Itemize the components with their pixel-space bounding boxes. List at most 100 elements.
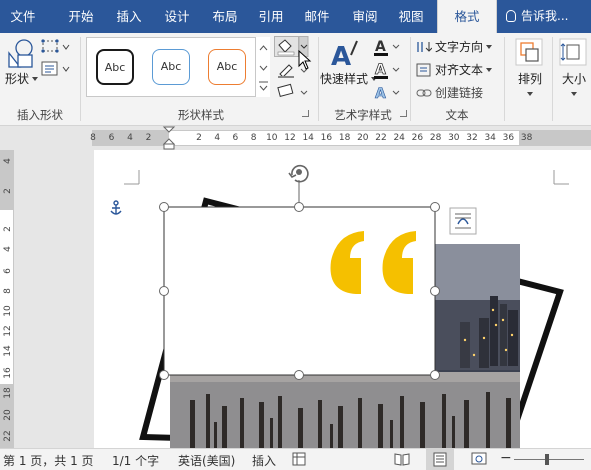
tab-layout[interactable]: 布局 <box>202 0 248 33</box>
shape-styles-group-label: 形状样式 <box>178 108 224 122</box>
tab-mailings[interactable]: 邮件 <box>294 0 340 33</box>
ruler-number: 10 <box>266 133 278 143</box>
status-insert-mode[interactable]: 插入 <box>252 452 276 469</box>
align-text-label: 对齐文本 <box>435 63 484 77</box>
layout-options-icon[interactable] <box>449 207 477 235</box>
chevron-down-icon <box>571 92 577 96</box>
ruler-number: 6 <box>232 133 239 143</box>
vertical-ruler[interactable]: 4 2 2 4 6 8 10 12 14 16 18 20 22 <box>0 150 14 448</box>
ruler-number: 24 <box>393 133 405 143</box>
ruler-number: 6 <box>3 268 13 274</box>
quick-styles-button[interactable]: 快速样式 <box>320 70 378 87</box>
size-label: 大小 <box>561 72 586 86</box>
ruler-number: 36 <box>502 133 515 143</box>
size-icon <box>559 38 587 66</box>
indent-marker-icon[interactable] <box>162 126 176 152</box>
edit-shape-icon[interactable] <box>40 38 72 56</box>
text-outline-button[interactable] <box>372 60 402 80</box>
shapes-icon[interactable] <box>6 37 36 71</box>
chevron-down-icon <box>486 68 493 72</box>
print-layout-button[interactable] <box>426 449 454 470</box>
mouse-cursor-icon <box>298 50 312 70</box>
text-direction-button[interactable]: 文字方向 <box>416 38 493 55</box>
ruler-number: 2 <box>3 188 13 194</box>
tab-review[interactable]: 审阅 <box>342 0 388 33</box>
tab-references[interactable]: 引用 <box>248 0 294 33</box>
read-mode-icon[interactable] <box>393 451 411 467</box>
ruler-number: 22 <box>375 133 387 143</box>
shape-style-blue[interactable]: Abc <box>152 49 190 85</box>
ruler-number: 8 <box>250 133 257 143</box>
ruler-number: 20 <box>3 409 13 421</box>
ruler-number: 4 <box>3 246 13 252</box>
ruler-number: 32 <box>466 133 478 143</box>
macro-record-icon[interactable] <box>292 452 306 466</box>
gallery-scroll[interactable] <box>255 37 270 97</box>
status-page-count[interactable]: 第 1 页，共 1 页 <box>3 452 94 469</box>
align-text-button[interactable]: 对齐文本 <box>416 61 493 78</box>
ruler-number: 14 <box>3 345 13 357</box>
dialog-launcher-icon[interactable] <box>302 110 309 117</box>
size-button[interactable]: 大小 <box>559 70 589 101</box>
text-group-label: 文本 <box>445 108 469 122</box>
lightbulb-icon <box>506 10 516 22</box>
insert-shapes-group-label: 插入形状 <box>17 108 63 122</box>
tab-format[interactable]: 格式 <box>437 0 497 33</box>
ruler-number: 8 <box>3 288 13 294</box>
tab-design[interactable]: 设计 <box>154 0 200 33</box>
create-link-button[interactable]: 创建链接 <box>416 84 483 101</box>
tab-home[interactable]: 开始 <box>58 0 104 33</box>
margin-corner-mark <box>553 170 569 185</box>
status-bar: 第 1 页，共 1 页 1/1 个字 英语(美国) 插入 − <box>0 448 591 470</box>
dialog-launcher-icon[interactable] <box>400 110 407 117</box>
align-text-icon <box>416 63 431 77</box>
tab-file[interactable]: 文件 <box>0 0 46 33</box>
arrange-button[interactable]: 排列 <box>515 70 545 101</box>
text-box-icon[interactable] <box>40 60 72 78</box>
quick-styles-label: 快速样式 <box>320 72 369 86</box>
shape-style-black[interactable]: Abc <box>96 49 134 85</box>
text-direction-label: 文字方向 <box>435 40 484 54</box>
quick-styles-icon: A <box>331 40 358 71</box>
rotate-handle-icon[interactable] <box>288 164 309 183</box>
zoom-slider-thumb[interactable] <box>545 454 549 465</box>
shapes-label: 形状 <box>5 72 30 86</box>
document-canvas <box>110 164 569 448</box>
text-fill-button[interactable] <box>372 37 402 57</box>
wordart-styles-group-label: 艺术字样式 <box>334 108 392 122</box>
quote-text-box[interactable] <box>163 206 436 376</box>
shape-effects-button[interactable] <box>274 83 309 103</box>
zoom-out-icon[interactable]: − <box>500 450 512 466</box>
ruler-number: 26 <box>411 133 424 143</box>
arrange-label: 排列 <box>517 72 542 86</box>
ruler-number: 4 <box>127 133 133 143</box>
chevron-down-icon <box>486 45 493 49</box>
status-language[interactable]: 英语(美国) <box>178 452 235 469</box>
ruler-number: 8 <box>90 133 96 143</box>
text-effects-button[interactable] <box>372 83 402 103</box>
status-word-count[interactable]: 1/1 个字 <box>112 452 159 469</box>
shape-style-orange[interactable]: Abc <box>208 49 246 85</box>
zoom-slider[interactable] <box>514 459 584 460</box>
ruler-number: 30 <box>448 133 460 143</box>
tab-insert[interactable]: 插入 <box>106 0 152 33</box>
shapes-button[interactable]: 形状 <box>5 70 39 87</box>
ruler-number: 34 <box>484 133 496 143</box>
chevron-down-icon <box>527 92 533 96</box>
chevron-down-icon <box>32 77 39 81</box>
ruler-number: 14 <box>302 133 314 143</box>
ruler-number: 2 <box>196 133 202 143</box>
ruler-number: 16 <box>3 367 13 379</box>
ruler-number: 38 <box>520 133 533 143</box>
web-layout-icon[interactable] <box>471 452 487 466</box>
tell-me-text: 告诉我... <box>521 9 569 23</box>
tab-view[interactable]: 视图 <box>388 0 434 33</box>
ruler-number: 22 <box>3 430 13 442</box>
print-layout-icon <box>433 452 447 467</box>
ruler-number: 18 <box>3 387 13 399</box>
tell-me-box[interactable]: 告诉我... <box>506 0 568 33</box>
horizontal-ruler[interactable]: 8 6 4 2 2 4 6 8 10 12 14 16 18 20 22 24 26 28 30 32 34 36 38 <box>0 126 591 150</box>
ruler-number: 4 <box>3 158 13 164</box>
arrange-icon <box>515 38 543 66</box>
ruler-number: 4 <box>214 133 221 143</box>
